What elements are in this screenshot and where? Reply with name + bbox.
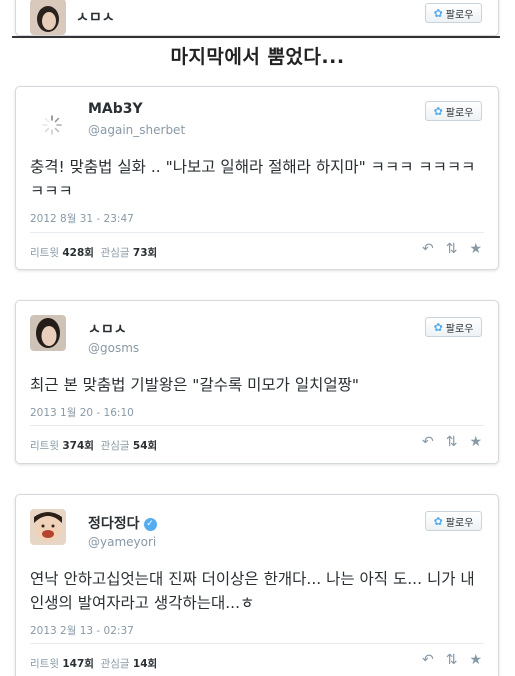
tweet-text: 최근 본 맞춤법 기발왕은 "갈수록 미모가 일치얼짱" bbox=[30, 376, 360, 394]
follow-button[interactable]: ✿ 팔로우 bbox=[425, 3, 482, 23]
tweet-timestamp[interactable]: 2013 2월 13 - 02:37 bbox=[30, 623, 134, 638]
retweet-count[interactable]: 147회 bbox=[62, 658, 94, 670]
follow-button[interactable]: ✿ 팔로우 bbox=[425, 511, 482, 531]
top-tweet-card-cropped: ㅅㅁㅅ ✿ 팔로우 bbox=[15, 0, 499, 36]
tweet-actions: ↶ ⇅ ★ bbox=[422, 434, 482, 450]
avatar[interactable] bbox=[30, 315, 66, 351]
divider bbox=[30, 232, 484, 233]
reply-icon[interactable]: ↶ bbox=[422, 241, 434, 257]
twitter-bird-icon: ✿ bbox=[433, 514, 443, 528]
avatar[interactable] bbox=[30, 0, 66, 35]
star-icon[interactable]: ★ bbox=[469, 434, 482, 450]
author-handle[interactable]: @again_sherbet bbox=[88, 123, 185, 137]
tweet-stats: 리트윗 374회 관심글 54회 bbox=[30, 438, 157, 453]
tweet-stats: 리트윗 428회 관심글 73회 bbox=[30, 245, 157, 260]
reply-icon[interactable]: ↶ bbox=[422, 652, 434, 668]
avatar-loading-spinner bbox=[40, 113, 64, 137]
favorite-count[interactable]: 73회 bbox=[133, 247, 157, 259]
star-icon[interactable]: ★ bbox=[469, 241, 482, 257]
retweet-label: 리트윗 bbox=[30, 658, 59, 670]
tweet-card: ㅅㅁㅅ @gosms ✿ 팔로우 최근 본 맞춤법 기발왕은 "갈수록 미모가 … bbox=[15, 300, 499, 464]
favorite-label: 관심글 bbox=[100, 658, 130, 670]
tweet-card: MAb3Y @again_sherbet ✿ 팔로우 충격! 맞춤법 실화 ..… bbox=[15, 86, 499, 270]
author-name[interactable]: ㅅㅁㅅ bbox=[76, 7, 115, 27]
divider bbox=[30, 643, 484, 644]
follow-label: 팔로우 bbox=[445, 9, 474, 21]
author-name[interactable]: MAb3Y bbox=[88, 101, 143, 117]
retweet-icon[interactable]: ⇅ bbox=[446, 434, 458, 450]
retweet-count[interactable]: 374회 bbox=[62, 440, 94, 452]
follow-label: 팔로우 bbox=[445, 323, 474, 335]
follow-button[interactable]: ✿ 팔로우 bbox=[425, 101, 482, 121]
star-icon[interactable]: ★ bbox=[469, 652, 482, 668]
tweet-text: 충격! 맞춤법 실화 .. "나보고 일해라 절해라 하지마" ㅋㅋㅋ ㅋㅋㅋㅋ… bbox=[30, 158, 476, 200]
twitter-bird-icon: ✿ bbox=[433, 6, 443, 20]
author-name[interactable]: 정다정다 ✓ bbox=[88, 513, 157, 533]
header-divider bbox=[12, 36, 500, 38]
tweet-actions: ↶ ⇅ ★ bbox=[422, 241, 482, 257]
follow-label: 팔로우 bbox=[445, 517, 474, 529]
retweet-count[interactable]: 428회 bbox=[62, 247, 94, 259]
tweet-stats: 리트윗 147회 관심글 14회 bbox=[30, 656, 157, 671]
retweet-icon[interactable]: ⇅ bbox=[446, 241, 458, 257]
tweet-card: 정다정다 ✓ @yameyori ✿ 팔로우 연낙 안하고십엇는대 진짜 더이상은… bbox=[15, 494, 499, 676]
tweet-actions: ↶ ⇅ ★ bbox=[422, 652, 482, 668]
tweet-timestamp[interactable]: 2012 8월 31 - 23:47 bbox=[30, 211, 134, 226]
favorite-count[interactable]: 14회 bbox=[133, 658, 157, 670]
tweet-timestamp[interactable]: 2013 1월 20 - 16:10 bbox=[30, 405, 134, 420]
twitter-bird-icon: ✿ bbox=[433, 320, 443, 334]
tweet-text: 연낙 안하고십엇는대 진짜 더이상은 한개다... 나는 아직 도... 니가 … bbox=[30, 570, 475, 612]
twitter-bird-icon: ✿ bbox=[433, 104, 443, 118]
author-handle[interactable]: @yameyori bbox=[88, 535, 156, 549]
follow-button[interactable]: ✿ 팔로우 bbox=[425, 317, 482, 337]
reply-icon[interactable]: ↶ bbox=[422, 434, 434, 450]
favorite-count[interactable]: 54회 bbox=[133, 440, 157, 452]
author-handle[interactable]: @gosms bbox=[88, 341, 139, 355]
follow-label: 팔로우 bbox=[445, 107, 474, 119]
retweet-label: 리트윗 bbox=[30, 440, 59, 452]
author-name[interactable]: ㅅㅁㅅ bbox=[88, 319, 127, 339]
author-name-text: 정다정다 bbox=[88, 516, 140, 532]
retweet-label: 리트윗 bbox=[30, 247, 59, 259]
favorite-label: 관심글 bbox=[100, 247, 130, 259]
favorite-label: 관심글 bbox=[100, 440, 130, 452]
page-title: 마지막에서 뿜었다... bbox=[170, 46, 345, 68]
retweet-icon[interactable]: ⇅ bbox=[446, 652, 458, 668]
divider bbox=[30, 425, 484, 426]
verified-badge-icon: ✓ bbox=[143, 517, 157, 531]
avatar[interactable] bbox=[30, 509, 66, 545]
